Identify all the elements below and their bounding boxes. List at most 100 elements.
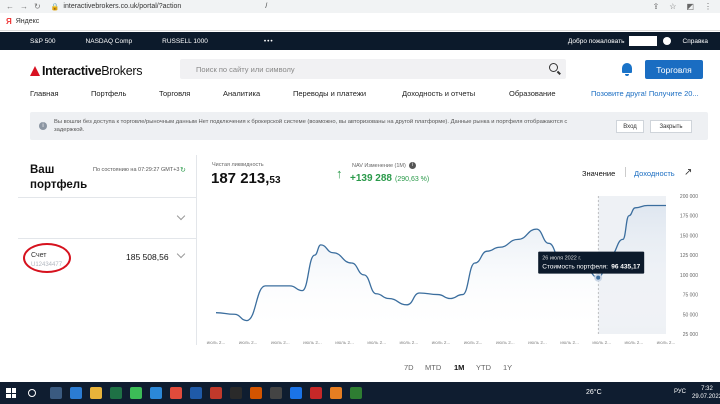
refresh-icon[interactable]: ↻ bbox=[180, 166, 186, 174]
nav-reports[interactable]: Доходность и отчеты bbox=[402, 89, 475, 98]
x-tick-label: июль 2... bbox=[592, 340, 611, 345]
task-view-icon[interactable] bbox=[50, 387, 62, 399]
share-icon[interactable]: ⇪ bbox=[653, 2, 660, 11]
tab-return[interactable]: Доходность bbox=[634, 169, 675, 178]
liquidity-main: 187 213, bbox=[211, 170, 270, 187]
app-icon[interactable] bbox=[310, 387, 322, 399]
nav-change-amount: +139 288 bbox=[350, 173, 392, 184]
ticker-more[interactable]: ••• bbox=[264, 38, 274, 45]
account-value: 185 508,56 bbox=[126, 252, 169, 262]
app-icon[interactable] bbox=[250, 387, 262, 399]
account-chevron-down-icon[interactable] bbox=[176, 249, 186, 259]
ticker-sp500[interactable]: S&P 500 bbox=[30, 38, 56, 45]
y-tick-label: 125 000 bbox=[680, 253, 698, 259]
nav-education[interactable]: Образование bbox=[509, 89, 556, 98]
nav-promo[interactable]: Позовите друга! Получите 20... bbox=[591, 89, 699, 98]
period-1m[interactable]: 1M bbox=[454, 363, 464, 372]
app-icon[interactable] bbox=[290, 387, 302, 399]
browser-nav-buttons[interactable]: ← → ↻ bbox=[0, 2, 47, 11]
app-icon[interactable] bbox=[350, 387, 362, 399]
x-tick-label: июль 2... bbox=[464, 340, 483, 345]
y-tick-label: 50 000 bbox=[683, 312, 699, 318]
notice-banner: i Вы вошли без доступа к торговле/рыночн… bbox=[30, 112, 708, 140]
nav-portfolio[interactable]: Портфель bbox=[91, 89, 126, 98]
taskbar-search-icon[interactable] bbox=[28, 389, 36, 397]
ticker-nasdaq[interactable]: NASDAQ Comp bbox=[86, 38, 133, 45]
lock-icon: 🔒 bbox=[50, 3, 60, 11]
portfolio-value-chart[interactable]: 200 000 175 000 150 000 125 000 100 000 75 00… bbox=[198, 190, 720, 350]
close-button[interactable]: Закрыть bbox=[650, 120, 692, 133]
word-icon[interactable] bbox=[70, 387, 82, 399]
portfolio-panel: Ваш портфель По состоянию на 07:29:27 GM… bbox=[18, 155, 196, 300]
nav-trade[interactable]: Торговля bbox=[159, 89, 190, 98]
trade-button[interactable]: Торговля bbox=[645, 60, 703, 79]
tooltip-label: Стоимость портфеля: bbox=[542, 264, 608, 271]
x-tick-label: июль 2... bbox=[432, 340, 451, 345]
period-7d[interactable]: 7D bbox=[404, 363, 414, 372]
chrome-icon[interactable] bbox=[170, 387, 182, 399]
yandex-icon: Я bbox=[6, 17, 12, 26]
clock[interactable]: 7:32 29.07.2022 bbox=[692, 385, 720, 401]
app-icon[interactable] bbox=[210, 387, 222, 399]
menu-icon[interactable]: ⋮ bbox=[704, 2, 712, 11]
chevron-down-icon[interactable] bbox=[176, 211, 186, 221]
divider bbox=[18, 197, 196, 198]
search-input[interactable]: Поиск по сайту или символу bbox=[180, 59, 566, 79]
tab-value[interactable]: Значение bbox=[582, 169, 615, 178]
excel-icon[interactable] bbox=[110, 387, 122, 399]
windows-start-icon[interactable] bbox=[6, 388, 16, 398]
site-header: InteractiveBrokers Поиск по сайту или си… bbox=[0, 50, 720, 86]
app-icon[interactable] bbox=[330, 387, 342, 399]
as-of-time: По состоянию на 07:29:27 GMT+3 bbox=[93, 167, 180, 173]
period-mtd[interactable]: MTD bbox=[425, 363, 441, 372]
bookmarks-bar: Я Яндекс bbox=[0, 13, 720, 31]
forward-icon[interactable]: → bbox=[20, 2, 28, 11]
y-tick-label: 25 000 bbox=[683, 332, 699, 338]
tooltip-date: 26 июля 2022 г. bbox=[542, 256, 582, 262]
url-field[interactable]: 🔒 interactivebrokers.co.uk/portal/?actio… bbox=[51, 3, 182, 11]
expand-arrow-icon[interactable]: ↗ bbox=[684, 167, 692, 178]
period-ytd[interactable]: YTD bbox=[476, 363, 491, 372]
app-icon[interactable] bbox=[190, 387, 202, 399]
portfolio-title: Ваш портфель bbox=[30, 164, 88, 191]
login-button[interactable]: Вход bbox=[616, 120, 644, 133]
back-icon[interactable]: ← bbox=[6, 2, 14, 11]
logo[interactable]: InteractiveBrokers bbox=[30, 64, 143, 78]
x-tick-label: июль 2... bbox=[239, 340, 258, 345]
clock-time: 7:32 bbox=[701, 386, 713, 392]
nav-change-value: +139 288 (290,63 %) bbox=[350, 173, 429, 184]
browser-address-bar: ← → ↻ 🔒 interactivebrokers.co.uk/portal/… bbox=[0, 0, 720, 13]
bookmark-yandex[interactable]: Яндекс bbox=[16, 18, 40, 25]
extension-icon[interactable]: ◩ bbox=[686, 2, 694, 11]
terminal-icon[interactable] bbox=[230, 387, 242, 399]
nav-research[interactable]: Аналитика bbox=[223, 89, 260, 98]
star-icon[interactable]: ☆ bbox=[669, 2, 676, 11]
search-icon[interactable] bbox=[549, 63, 558, 72]
welcome-text: Добро пожаловать bbox=[567, 37, 625, 45]
explorer-icon[interactable] bbox=[90, 387, 102, 399]
search-placeholder: Поиск по сайту или символу bbox=[196, 64, 295, 74]
ticker-russell[interactable]: RUSSELL 1000 bbox=[162, 38, 208, 45]
period-1y[interactable]: 1Y bbox=[503, 363, 512, 372]
x-tick-label: июль 2... bbox=[271, 340, 290, 345]
liquidity-label: Чистая ликвидность bbox=[212, 162, 264, 168]
app-icon[interactable] bbox=[270, 387, 282, 399]
x-tick-label: июль 2... bbox=[303, 340, 322, 345]
weather[interactable]: 26°C bbox=[586, 389, 602, 396]
language[interactable]: РУС bbox=[674, 389, 686, 395]
edge-icon[interactable] bbox=[150, 387, 162, 399]
whatsapp-icon[interactable] bbox=[130, 387, 142, 399]
logo-mark-icon bbox=[30, 66, 40, 76]
x-tick-label: июль 2... bbox=[657, 340, 676, 345]
info-icon[interactable]: i bbox=[408, 162, 416, 169]
clock-date: 29.07.2022 bbox=[692, 394, 720, 400]
info-icon: i bbox=[39, 122, 47, 130]
y-tick-label: 200 000 bbox=[680, 194, 698, 200]
nav-home[interactable]: Главная bbox=[30, 89, 59, 98]
user-icon[interactable] bbox=[662, 37, 671, 45]
nav-transfers[interactable]: Переводы и платежи bbox=[293, 89, 366, 98]
bell-icon[interactable] bbox=[622, 63, 632, 76]
ticker-bar: S&P 500 NASDAQ Comp RUSSELL 1000 ••• Доб… bbox=[0, 32, 720, 50]
help-link[interactable]: Справка bbox=[683, 38, 709, 45]
reload-icon[interactable]: ↻ bbox=[34, 2, 41, 11]
